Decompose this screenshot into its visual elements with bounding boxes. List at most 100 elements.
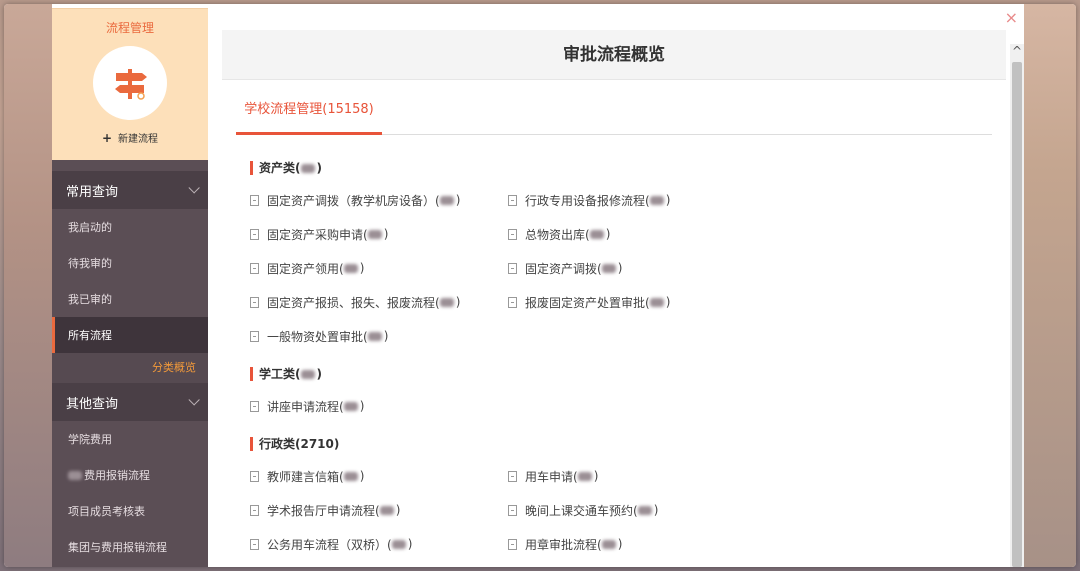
redacted-text [601, 263, 616, 273]
chevron-down-icon [188, 182, 200, 194]
category-items: 固定资产调拨（教学机房设备）() 行政专用设备报修流程() 固定资产采购申请()… [250, 183, 992, 353]
sidebar-group-common[interactable]: 常用查询 [52, 171, 208, 209]
redacted-text [577, 471, 592, 481]
scrollbar[interactable]: ^ [1010, 44, 1024, 567]
scrollbar-thumb[interactable] [1012, 62, 1022, 567]
sidebar-sub-overview[interactable]: 分类概览 [52, 353, 208, 383]
redacted-text [300, 164, 315, 173]
sidebar-item-member-review[interactable]: 项目成员考核表 [52, 493, 208, 529]
flow-item[interactable]: 固定资产调拨() [508, 251, 766, 285]
flow-item-label: 晚间上课交通车预约( [525, 503, 638, 518]
chevron-up-icon[interactable]: ^ [1012, 45, 1022, 57]
flow-item-label: 用车申请( [525, 469, 578, 484]
redacted-text [367, 331, 382, 341]
flow-item-label: 用章审批流程( [525, 537, 602, 552]
flow-item[interactable]: 固定资产采购申请() [250, 217, 508, 251]
sidebar-item-college-fee[interactable]: 学院费用 [52, 421, 208, 457]
flow-item[interactable]: 总物资出库() [508, 217, 766, 251]
flow-item[interactable]: 行政专用设备报修流程() [508, 183, 766, 217]
document-icon [508, 538, 517, 550]
flow-item[interactable]: 固定资产报损、报失、报废流程() [250, 285, 508, 319]
document-icon [250, 470, 259, 482]
flow-item[interactable]: 报废固定资产处置审批() [508, 285, 766, 319]
flow-item-label: 一般物资处置审批( [267, 329, 368, 344]
flow-item[interactable]: 教师建言信箱() [250, 459, 508, 493]
background-right [1024, 4, 1076, 567]
redacted-text [300, 370, 315, 379]
flow-item[interactable]: 固定资产领用() [250, 251, 508, 285]
redacted-text [649, 195, 664, 205]
document-icon [508, 470, 517, 482]
sidebar-group-label: 常用查询 [66, 184, 119, 200]
flow-item-label: 固定资产调拨（教学机房设备）( [267, 193, 440, 208]
sidebar: 流程管理 + 新建流程 常用查询 我启动的 待我审的 我已审的 所有流程 分类概… [52, 8, 208, 567]
redacted-text [367, 229, 382, 239]
document-icon [250, 228, 259, 240]
flow-item-label: 行政专用设备报修流程( [525, 193, 650, 208]
flow-item[interactable]: 讲座申请流程() [250, 389, 508, 423]
document-icon [250, 504, 259, 516]
redacted-text [439, 297, 454, 307]
flow-item[interactable]: 一般物资处置审批() [250, 319, 508, 353]
redacted-text [601, 539, 616, 549]
category-title: 资产类() [250, 161, 992, 175]
modal-title: 审批流程概览 [222, 30, 1006, 80]
close-icon[interactable]: × [1005, 10, 1018, 26]
category-title: 学工类() [250, 367, 992, 381]
flow-item-label: 固定资产领用( [267, 261, 344, 276]
document-icon [508, 194, 517, 206]
sidebar-item-reviewed[interactable]: 我已审的 [52, 281, 208, 317]
category-title: 行政类(2710) [250, 437, 992, 451]
new-flow-button[interactable]: + 新建流程 [101, 130, 158, 146]
redacted-text [379, 505, 394, 515]
sidebar-item-all[interactable]: 所有流程 [52, 317, 208, 353]
sidebar-group-other[interactable]: 其他查询 [52, 383, 208, 421]
redacted-text [391, 539, 406, 549]
sidebar-item-fee-reimburse[interactable]: 费用报销流程 [52, 457, 208, 493]
category-title-text: 资产类( [259, 161, 301, 175]
category-administration: 行政类(2710) 教师建言信箱() 用车申请() 学术报告厅申请流程() 晚间… [236, 437, 992, 561]
flow-item[interactable]: 用章审批流程() [508, 527, 766, 561]
chevron-down-icon [188, 394, 200, 406]
flow-item[interactable]: 晚间上课交通车预约() [508, 493, 766, 527]
sidebar-item-pending[interactable]: 待我审的 [52, 245, 208, 281]
category-items: 教师建言信箱() 用车申请() 学术报告厅申请流程() 晚间上课交通车预约() … [250, 459, 992, 561]
plus-icon: + [101, 130, 113, 145]
flow-item-label: 总物资出库( [525, 227, 590, 242]
flow-item-label: 教师建言信箱( [267, 469, 344, 484]
redacted-text [343, 263, 358, 273]
background-left [4, 4, 52, 567]
category-assets: 资产类() 固定资产调拨（教学机房设备）() 行政专用设备报修流程() 固定资产… [236, 161, 992, 353]
flow-item-label: 讲座申请流程( [267, 399, 344, 414]
flow-item-label: 公务用车流程（双桥）( [267, 537, 392, 552]
flow-item-label: 学术报告厅申请流程( [267, 503, 380, 518]
flow-item-label: 固定资产报损、报失、报废流程( [267, 295, 440, 310]
document-icon [250, 262, 259, 274]
window-frame: 流程管理 + 新建流程 常用查询 我启动的 待我审的 我已审的 所有流程 分类概… [4, 4, 1076, 567]
document-icon [250, 296, 259, 308]
document-icon [508, 504, 517, 516]
tab-school-flow[interactable]: 学校流程管理(15158) [236, 90, 382, 135]
redacted-text [589, 229, 604, 239]
flow-item-label: 固定资产调拨( [525, 261, 602, 276]
document-icon [250, 330, 259, 342]
redacted-text [343, 401, 358, 411]
category-title-text: 学工类( [259, 367, 301, 381]
sidebar-item-started[interactable]: 我启动的 [52, 209, 208, 245]
redacted-text [637, 505, 652, 515]
flow-item[interactable]: 公务用车流程（双桥）() [250, 527, 508, 561]
sidebar-group-label: 其他查询 [66, 396, 119, 412]
redacted-text [68, 470, 82, 480]
flow-item[interactable]: 学术报告厅申请流程() [250, 493, 508, 527]
redacted-text [343, 471, 358, 481]
sidebar-item-group-reimburse[interactable]: 集团与费用报销流程 [52, 529, 208, 565]
flow-item[interactable]: 固定资产调拨（教学机房设备）() [250, 183, 508, 217]
category-items: 讲座申请流程() [250, 389, 992, 423]
flow-item[interactable]: 用车申请() [508, 459, 766, 493]
sidebar-header: 流程管理 + 新建流程 [52, 8, 208, 160]
flow-item-label: 报废固定资产处置审批( [525, 295, 650, 310]
redacted-text [649, 297, 664, 307]
modal-content: 学校流程管理(15158) 资产类() 固定资产调拨（教学机房设备）() 行政专… [236, 90, 992, 561]
approval-overview-modal: × 审批流程概览 ^ 学校流程管理(15158) 资产类() 固定资产调拨（教学… [222, 4, 1024, 567]
document-icon [250, 194, 259, 206]
